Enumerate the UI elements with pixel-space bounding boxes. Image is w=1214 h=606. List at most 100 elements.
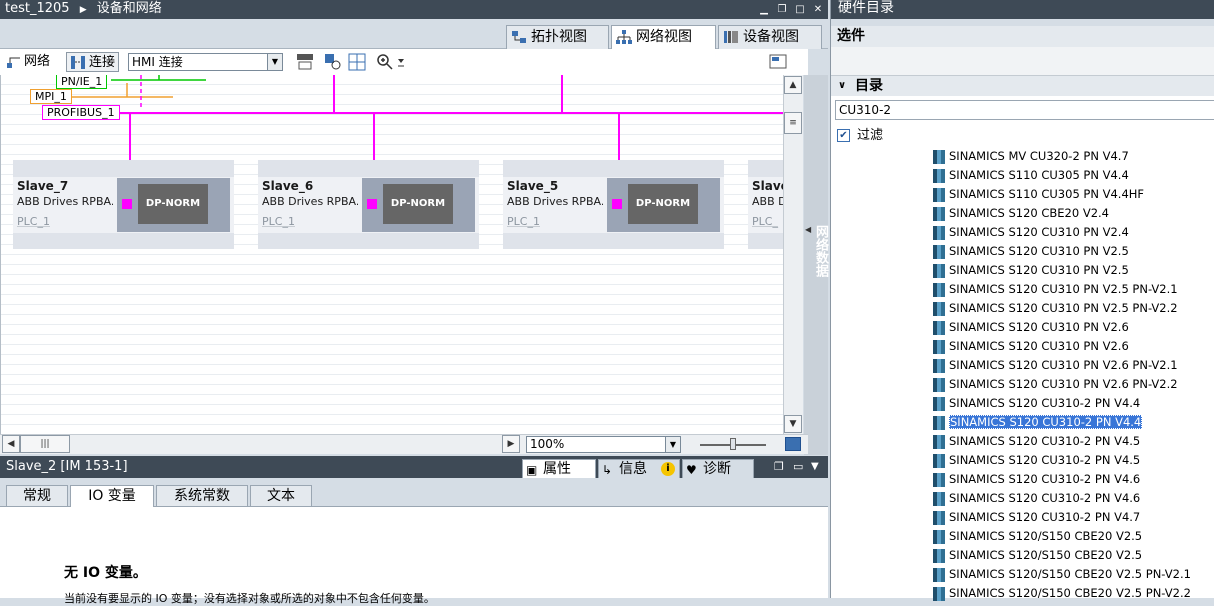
device-module-icon xyxy=(933,549,945,563)
canvas-horizontal-scrollbar[interactable]: ◀ ||| ▶ 100% ▼ xyxy=(0,434,808,454)
subtab-general[interactable]: 常规 xyxy=(6,485,68,506)
checkbox-check-icon[interactable]: ✔ xyxy=(837,129,850,142)
subtab-system-constants[interactable]: 系统常数 xyxy=(156,485,248,506)
breadcrumb-project[interactable]: test_1205 xyxy=(5,1,70,16)
device-node-slave-6[interactable]: Slave_6 ABB Drives RPBA... PLC_1 DP-NORM xyxy=(258,160,479,249)
catalog-item[interactable]: SINAMICS S120/S150 CBE20 V2.5 xyxy=(931,527,1142,546)
catalog-item[interactable]: SINAMICS S120 CU310 PN V2.5 PN-V2.1 xyxy=(931,280,1178,299)
tab-topology-view[interactable]: 拓扑视图 xyxy=(506,25,609,49)
catalog-item[interactable]: SINAMICS S110 CU305 PN V4.4HF xyxy=(931,185,1144,204)
filter-checkbox[interactable]: ✔ 过滤 xyxy=(835,127,883,145)
profibus-port[interactable] xyxy=(367,199,377,209)
profibus-port[interactable] xyxy=(612,199,622,209)
name-labels-icon[interactable] xyxy=(296,53,314,71)
device-module-icon xyxy=(933,188,945,202)
catalog-item[interactable]: SINAMICS S120 CU310-2 PN V4.5 xyxy=(931,451,1140,470)
restore-icon[interactable]: ❐ xyxy=(774,456,784,478)
chevron-down-icon[interactable]: ▼ xyxy=(665,437,680,452)
catalog-item[interactable]: SINAMICS S120 CU310-2 PN V4.7 xyxy=(931,508,1140,527)
no-io-tags-message: 无 IO 变量。 xyxy=(64,565,147,581)
zoom-dropdown-icon[interactable] xyxy=(396,55,406,69)
restore-icon[interactable]: ❐ xyxy=(774,2,790,17)
network-canvas[interactable]: PN/IE_1 MPI_1 PROFIBUS_1 Slave_7 ABB Dri… xyxy=(0,75,783,434)
network-data-side-tab[interactable]: ◀ 网络数据 xyxy=(804,75,828,455)
catalog-item[interactable]: SINAMICS S120 CU310-2 PN V4.6 xyxy=(931,470,1140,489)
node-master-link[interactable]: PLC_1 xyxy=(262,215,295,228)
show-addresses-icon[interactable] xyxy=(324,53,342,71)
canvas-vertical-scrollbar[interactable]: ▲ ≡ ▼ xyxy=(783,75,803,434)
scroll-thumb[interactable]: ≡ xyxy=(784,112,802,134)
navigation-overview-icon[interactable] xyxy=(785,437,801,451)
catalog-item[interactable]: SINAMICS S120 CU310 PN V2.6 PN-V2.1 xyxy=(931,356,1178,375)
device-node-slave-5[interactable]: Slave_5 ABB Drives RPBA... PLC_1 DP-NORM xyxy=(503,160,724,249)
tab-info[interactable]: ↳ 信息 i xyxy=(598,459,680,478)
device-module-icon xyxy=(933,530,945,544)
catalog-item[interactable]: SINAMICS S120 CU310-2 PN V4.5 xyxy=(931,432,1140,451)
subtab-texts[interactable]: 文本 xyxy=(250,485,312,506)
scroll-down-icon[interactable]: ▼ xyxy=(784,415,802,433)
catalog-item[interactable]: SINAMICS S120/S150 CBE20 V2.5 xyxy=(931,546,1142,565)
catalog-item[interactable]: SINAMICS S120 CU310 PN V2.5 xyxy=(931,242,1129,261)
catalog-item[interactable]: SINAMICS MV CU320-2 PN V4.7 xyxy=(931,147,1129,166)
catalog-item[interactable]: SINAMICS S110 CU305 PN V4.4 xyxy=(931,166,1129,185)
scroll-left-icon[interactable]: ◀ xyxy=(2,435,20,453)
scroll-right-icon[interactable]: ▶ xyxy=(502,435,520,453)
node-master-link[interactable]: PLC_1 xyxy=(17,215,50,228)
catalog-item[interactable]: SINAMICS S120 CU310 PN V2.5 xyxy=(931,261,1129,280)
tab-device-view[interactable]: 设备视图 xyxy=(718,25,822,49)
catalog-item[interactable]: SINAMICS S120 CU310 PN V2.5 PN-V2.2 xyxy=(931,299,1178,318)
device-module-icon xyxy=(933,169,945,183)
subtab-io-tags[interactable]: IO 变量 xyxy=(70,485,154,507)
catalog-item-label: SINAMICS S120 CU310-2 PN V4.6 xyxy=(949,472,1141,486)
node-type: ABB Drives RPBA... xyxy=(507,195,603,208)
catalog-item[interactable]: SINAMICS S120/S150 CBE20 V2.5 PN-V2.2 xyxy=(931,584,1191,603)
options-section-header[interactable]: 选件 xyxy=(831,26,1214,47)
zoom-in-icon[interactable] xyxy=(376,53,394,71)
connection-type-select[interactable]: HMI 连接 ▼ xyxy=(128,53,283,71)
catalog-item[interactable]: SINAMICS S120 CU310-2 PN V4.4 xyxy=(931,394,1140,413)
catalog-item[interactable]: SINAMICS S120 CBE20 V2.4 xyxy=(931,204,1109,223)
scroll-up-icon[interactable]: ▲ xyxy=(784,76,802,94)
device-module-icon xyxy=(933,568,945,582)
device-module-icon xyxy=(933,340,945,354)
network-label-profibus[interactable]: PROFIBUS_1 xyxy=(42,105,120,120)
collapse-icon[interactable]: ▼ xyxy=(811,456,819,478)
device-module-icon xyxy=(933,397,945,411)
node-type: ABB Drives RPBA... xyxy=(262,195,358,208)
node-master-link[interactable]: PLC_1 xyxy=(507,215,540,228)
catalog-item[interactable]: SINAMICS S120 CU310 PN V2.6 xyxy=(931,337,1129,356)
zoom-slider-handle[interactable] xyxy=(730,438,736,450)
network-label-mpi[interactable]: MPI_1 xyxy=(30,89,72,104)
device-module-icon xyxy=(933,245,945,259)
chevron-down-icon[interactable]: ∨ xyxy=(838,76,846,96)
catalog-item[interactable]: SINAMICS S120 CU310 PN V2.6 PN-V2.2 xyxy=(931,375,1178,394)
grid-layout-icon[interactable] xyxy=(348,53,366,71)
catalog-item[interactable]: SINAMICS S120 CU310-2 PN V4.4 xyxy=(931,413,1143,432)
hscroll-thumb[interactable]: ||| xyxy=(20,435,70,453)
maximize-icon[interactable]: □ xyxy=(792,2,808,17)
tab-properties[interactable]: ▣ 属性 xyxy=(522,459,596,478)
device-node-partial[interactable]: Slave_ ABB D PLC_ xyxy=(748,160,783,249)
chevron-down-icon[interactable]: ▼ xyxy=(267,54,282,70)
overview-navigation-icon[interactable] xyxy=(769,53,787,71)
close-icon[interactable]: ✕ xyxy=(810,2,826,17)
zoom-select[interactable]: 100% ▼ xyxy=(526,436,681,453)
network-mode-button[interactable]: 网络 xyxy=(4,52,50,72)
network-label-pnie[interactable]: PN/IE_1 xyxy=(56,75,108,89)
tab-diagnostics[interactable]: ♥ 诊断 xyxy=(682,459,754,478)
profibus-port[interactable] xyxy=(122,199,132,209)
catalog-item[interactable]: SINAMICS S120 CU310 PN V2.4 xyxy=(931,223,1129,242)
catalog-item[interactable]: SINAMICS S120 CU310-2 PN V4.6 xyxy=(931,489,1140,508)
minimize-icon[interactable]: ▁ xyxy=(756,2,772,17)
minimize-icon[interactable]: ▭ xyxy=(793,456,803,478)
catalog-section-header[interactable]: ∨ 目录 xyxy=(831,75,1214,96)
node-master-link[interactable]: PLC_ xyxy=(752,215,778,228)
tab-network-view[interactable]: 网络视图 xyxy=(611,25,716,50)
catalog-search-input[interactable]: CU310-2 xyxy=(835,100,1214,120)
catalog-item[interactable]: SINAMICS S120 CU310 PN V2.6 xyxy=(931,318,1129,337)
device-node-slave-7[interactable]: Slave_7 ABB Drives RPBA... PLC_1 DP-NORM xyxy=(13,160,234,249)
hardware-catalog-panel: 硬件目录 选件 ∨ 目录 CU310-2 ✔ 过滤 SINAMICS MV CU… xyxy=(830,0,1214,601)
connect-mode-button[interactable]: 连接 xyxy=(66,52,120,72)
catalog-item[interactable]: SINAMICS S120/S150 CBE20 V2.5 PN-V2.1 xyxy=(931,565,1191,584)
device-module-icon xyxy=(933,416,945,430)
